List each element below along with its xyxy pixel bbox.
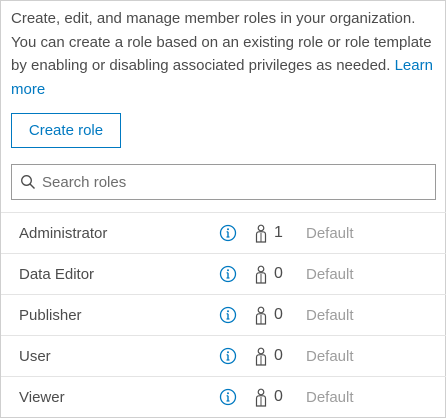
member-icon [255, 224, 267, 243]
search-icon [14, 165, 42, 199]
role-row-viewer: Viewer 0 Default [1, 376, 446, 417]
role-status: Default [306, 306, 354, 324]
roles-panel: Create, edit, and manage member roles in… [0, 0, 446, 418]
role-status: Default [306, 347, 354, 365]
create-role-button[interactable]: Create role [11, 113, 121, 148]
role-row-user: User 0 Default [1, 335, 446, 376]
role-name: Viewer [19, 388, 65, 406]
info-icon[interactable] [219, 224, 237, 242]
roles-description: Create, edit, and manage member roles in… [11, 7, 437, 101]
role-name: Administrator [19, 224, 108, 242]
search-roles-input[interactable] [42, 167, 435, 197]
member-count: 0 [274, 306, 283, 323]
role-name: Publisher [19, 306, 82, 324]
member-count: 0 [274, 265, 283, 282]
role-row-administrator: Administrator 1 Default [1, 212, 446, 253]
member-count: 1 [274, 224, 283, 241]
role-name: Data Editor [19, 265, 95, 283]
member-icon [255, 388, 267, 407]
info-icon[interactable] [219, 347, 237, 365]
info-icon[interactable] [219, 306, 237, 324]
description-text: Create, edit, and manage member roles in… [11, 10, 432, 74]
member-icon [255, 265, 267, 284]
role-row-data-editor: Data Editor 0 Default [1, 253, 446, 294]
role-name: User [19, 347, 51, 365]
role-status: Default [306, 388, 354, 406]
role-row-publisher: Publisher 0 Default [1, 294, 446, 335]
roles-list: Administrator 1 Default Data Editor 0 De… [1, 212, 446, 417]
member-icon [255, 347, 267, 366]
role-status: Default [306, 224, 354, 242]
search-roles-box[interactable] [11, 164, 436, 200]
member-count: 0 [274, 388, 283, 405]
member-count: 0 [274, 347, 283, 364]
info-icon[interactable] [219, 265, 237, 283]
info-icon[interactable] [219, 388, 237, 406]
member-icon [255, 306, 267, 325]
role-status: Default [306, 265, 354, 283]
